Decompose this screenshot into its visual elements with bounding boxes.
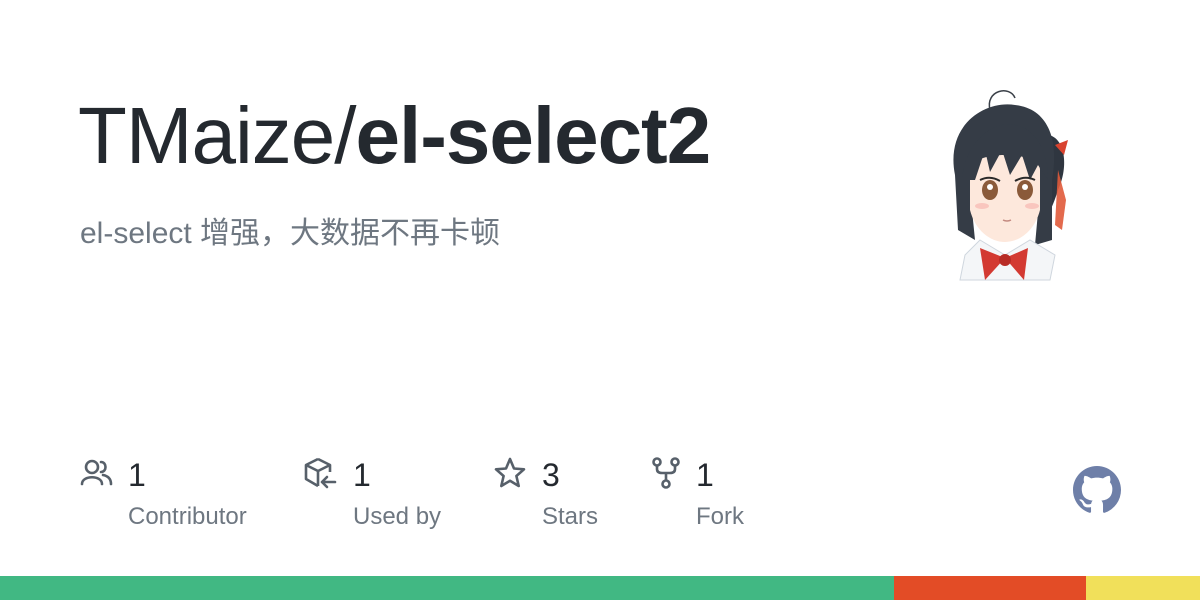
repo-description: el-select 增强，大数据不再卡顿	[80, 217, 501, 250]
package-dependents-icon	[304, 457, 337, 489]
stat-value: 1	[128, 457, 146, 493]
language-segment-vue	[0, 576, 894, 600]
stat-label: Fork	[696, 503, 744, 530]
anime-girl-avatar	[953, 90, 1068, 281]
repo-owner[interactable]: TMaize/	[78, 91, 356, 180]
people-icon	[80, 459, 113, 486]
repo-forked-icon	[652, 457, 680, 489]
stat-label: Contributor	[128, 503, 247, 530]
github-logo-icon[interactable]	[1073, 466, 1121, 514]
language-segment-html	[894, 576, 1086, 600]
stat-value: 3	[542, 457, 560, 493]
stat-value: 1	[353, 457, 371, 493]
stat-value: 1	[696, 457, 714, 493]
language-segment-javascript	[1086, 576, 1200, 600]
repo-title: TMaize/el-select2	[78, 88, 712, 184]
language-bar	[0, 576, 1200, 600]
star-icon	[494, 457, 526, 488]
repo-name[interactable]: el-select2	[356, 91, 712, 180]
stat-label: Used by	[353, 503, 442, 530]
stat-label: Stars	[542, 503, 599, 530]
